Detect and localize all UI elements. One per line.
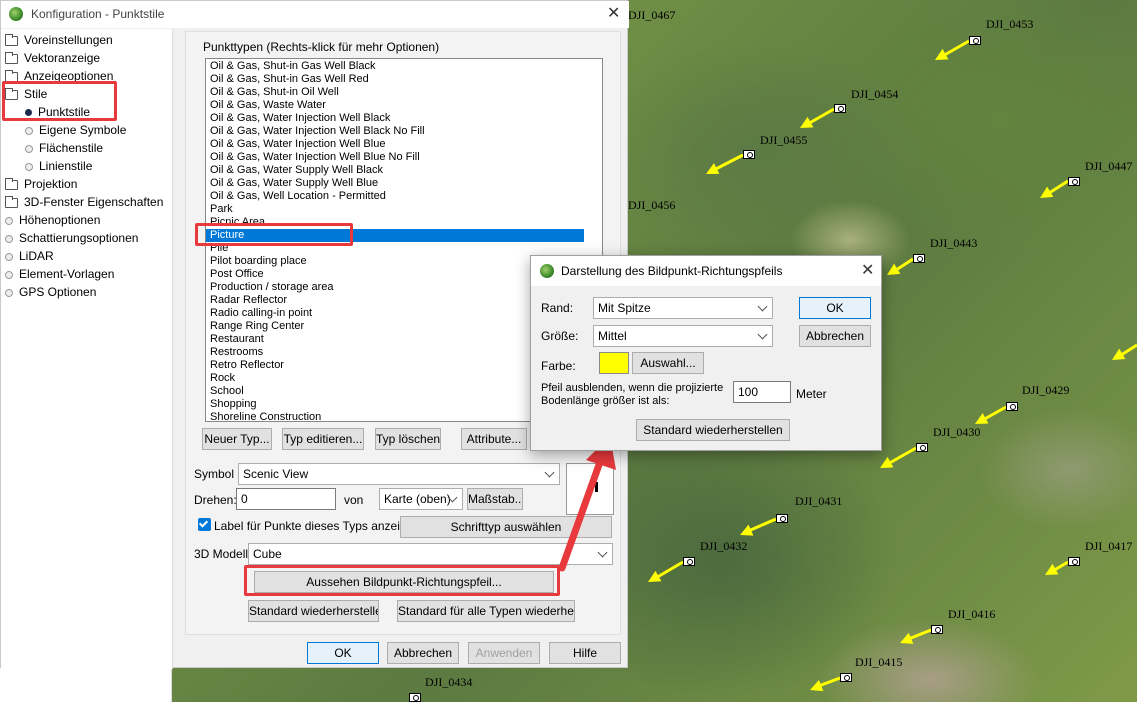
choose-color-button[interactable]: Auswahl... (632, 352, 704, 374)
unit-label: Meter (796, 387, 827, 401)
arrow-style-dialog: Darstellung des Bildpunkt-Richtungspfeil… (530, 255, 882, 451)
hide-label-line1: Pfeil ausblenden, wenn die projizierte (541, 382, 724, 394)
app-logo-icon (540, 264, 554, 278)
border-label: Rand: (541, 301, 574, 315)
border-select[interactable]: Mit Spitze (593, 297, 773, 319)
size-label: Größe: (541, 329, 579, 343)
color-label: Farbe: (541, 359, 576, 373)
arrow-dialog-title: Darstellung des Bildpunkt-Richtungspfeil… (561, 264, 783, 278)
close-icon[interactable]: ✕ (861, 263, 874, 279)
hide-label-line2: Bodenlänge größer ist als: (541, 395, 670, 407)
chevron-down-icon (757, 329, 768, 340)
arrow-cancel-button[interactable]: Abbrechen (799, 325, 871, 347)
arrow-restore-button[interactable]: Standard wiederherstellen (636, 419, 790, 441)
hide-distance-input[interactable]: 100 (733, 381, 791, 403)
size-select[interactable]: Mittel (593, 325, 773, 347)
color-swatch[interactable] (599, 352, 629, 374)
border-value: Mit Spitze (598, 301, 651, 315)
arrow-dialog-titlebar: Darstellung des Bildpunkt-Richtungspfeil… (531, 256, 881, 286)
arrow-ok-button[interactable]: OK (799, 297, 871, 319)
size-value: Mittel (598, 329, 627, 343)
chevron-down-icon (757, 301, 768, 312)
